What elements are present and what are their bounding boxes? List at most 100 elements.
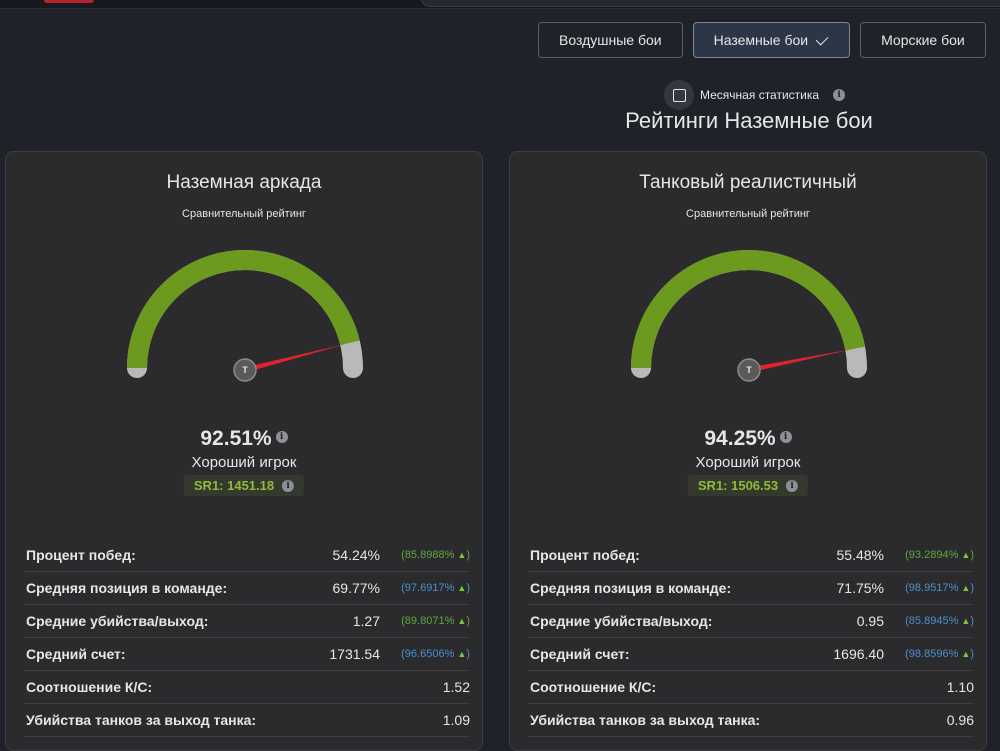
stat-label: Средний счет:: [26, 646, 126, 662]
stat-label: Средняя позиция в команде:: [530, 580, 732, 596]
stat-label: Процент побед:: [530, 547, 640, 563]
arrow-up-icon: ▲: [457, 550, 467, 560]
search-input[interactable]: [420, 0, 1000, 7]
arrow-up-icon: ▲: [457, 616, 467, 626]
rating-percent-value: 92.51%: [200, 427, 272, 450]
stat-value: 1696.40: [833, 646, 884, 662]
gauge-needle: [748, 349, 852, 373]
stat-value: 1.09: [442, 712, 470, 728]
stats-list: Процент побед: 54.24% (85.8988% ▲) Средняя …: [24, 539, 470, 737]
info-icon[interactable]: i: [275, 431, 288, 444]
player-level: Хороший игрок: [191, 454, 297, 471]
gauge-needle: [244, 343, 347, 373]
monthly-stats-toggle: Месячная статистика i: [664, 80, 846, 110]
stat-label: Убийства танков за выход танка:: [26, 712, 257, 728]
stat-row: Средний счет: 1696.40 (98.8596% ▲): [528, 638, 974, 671]
info-icon[interactable]: i: [779, 431, 792, 444]
gauge-track: [127, 250, 363, 378]
stat-row: Средняя позиция в команде: 69.77% (97.6917…: [24, 572, 470, 605]
card-title: Танковый реалистичный: [639, 172, 857, 193]
stats-list: Процент побед: 55.48% (93.2894% ▲) Средняя …: [528, 539, 974, 737]
info-icon[interactable]: i: [786, 479, 799, 492]
page-title: Рейтинги Наземные бои: [625, 108, 873, 133]
stat-row: Процент побед: 54.24% (85.8988% ▲): [24, 539, 470, 572]
stat-value: 69.77%: [332, 580, 380, 596]
air-battles-button[interactable]: Воздушные бои: [538, 22, 683, 58]
stat-percentile: (85.8945% ▲): [905, 615, 974, 627]
rating-percent: 92.51% i: [6, 427, 482, 451]
rating-percent: 94.25% i: [510, 427, 986, 451]
air-battles-label: Воздушные бои: [559, 32, 662, 48]
rating-gauge: T: [631, 250, 867, 382]
stat-label: Средние убийства/выход:: [530, 613, 713, 629]
gauge-hub-letter: T: [242, 365, 248, 375]
arrow-up-icon: ▲: [961, 616, 971, 626]
ground-battles-button[interactable]: Наземные бои: [692, 22, 851, 58]
stat-row: Средние убийства/выход: 1.27 (89.8071% ▲): [24, 605, 470, 638]
sr-badge: SR1: 1451.18 i: [183, 475, 305, 496]
stat-percentile: (89.8071% ▲): [401, 615, 470, 627]
stat-row: Убийства танков за выход танка: 0.96: [528, 704, 974, 737]
monthly-stats-checkbox[interactable]: [664, 80, 694, 110]
player-level: Хороший игрок: [695, 454, 801, 471]
monthly-stats-label: Месячная статистика: [700, 88, 820, 102]
info-icon[interactable]: i: [833, 89, 846, 101]
stat-value: 0.96: [946, 712, 974, 728]
stat-value: 1.10: [946, 679, 974, 695]
stat-percentile: (96.6506% ▲): [401, 648, 470, 660]
stat-label: Средняя позиция в команде:: [26, 580, 228, 596]
comparative-rating-label: Сравнительный рейтинг: [182, 208, 306, 220]
stat-label: Убийства танков за выход танка:: [530, 712, 761, 728]
ground-battles-label: Наземные бои: [713, 32, 809, 48]
stat-percentile: (93.2894% ▲): [905, 549, 974, 561]
rating-percent-value: 94.25%: [704, 427, 776, 450]
stat-value: 1.27: [352, 613, 380, 629]
checkbox-icon: [672, 88, 686, 102]
check-icon: [815, 32, 829, 45]
card-title: Наземная аркада: [166, 172, 322, 193]
stat-percentile: (85.8988% ▲): [401, 549, 470, 561]
stat-row: Соотношение К/С: 1.52: [24, 671, 470, 704]
stat-percentile: (98.9517% ▲): [905, 582, 974, 594]
stat-label: Средний счет:: [530, 646, 630, 662]
stat-row: Соотношение К/С: 1.10: [528, 671, 974, 704]
arrow-up-icon: ▲: [457, 583, 467, 593]
comparative-rating-label: Сравнительный рейтинг: [686, 208, 810, 220]
stat-label: Соотношение К/С:: [26, 679, 153, 695]
arrow-up-icon: ▲: [961, 649, 971, 659]
arrow-up-icon: ▲: [961, 550, 971, 560]
naval-battles-button[interactable]: Морские бои: [860, 22, 986, 58]
stat-value: 0.95: [856, 613, 884, 629]
stat-percentile: (97.6917% ▲): [401, 582, 470, 594]
arrow-up-icon: ▲: [961, 583, 971, 593]
stat-percentile: (98.8596% ▲): [905, 648, 974, 660]
top-bar: [0, 0, 1000, 9]
stat-value: 71.75%: [836, 580, 884, 596]
naval-battles-label: Морские бои: [881, 32, 965, 48]
mode-switch: Воздушные бои Наземные бои Морские бои: [538, 22, 986, 58]
site-logo[interactable]: [44, 0, 94, 3]
stat-label: Процент побед:: [26, 547, 136, 563]
sr-value: SR1: 1506.53: [697, 478, 779, 493]
stat-label: Соотношение К/С:: [530, 679, 657, 695]
stat-row: Средний счет: 1731.54 (96.6506% ▲): [24, 638, 470, 671]
stat-value: 55.48%: [836, 547, 884, 563]
stat-label: Средние убийства/выход:: [26, 613, 209, 629]
sr-badge: SR1: 1506.53 i: [687, 475, 809, 496]
stat-row: Средняя позиция в команде: 71.75% (98.9517…: [528, 572, 974, 605]
rating-gauge: T: [127, 250, 363, 382]
stat-row: Убийства танков за выход танка: 1.09: [24, 704, 470, 737]
gauge-hub-letter: T: [746, 365, 752, 375]
rating-card-ground-arcade: Наземная аркада Сравнительный рейтинг T …: [5, 151, 483, 751]
sr-value: SR1: 1451.18: [193, 478, 275, 493]
stat-value: 1731.54: [329, 646, 380, 662]
arrow-up-icon: ▲: [457, 649, 467, 659]
info-icon[interactable]: i: [282, 479, 295, 492]
gauge-fill: [631, 250, 866, 369]
gauge-track: [631, 250, 867, 378]
stat-row: Средние убийства/выход: 0.95 (85.8945% ▲): [528, 605, 974, 638]
stat-value: 54.24%: [332, 547, 380, 563]
stat-row: Процент побед: 55.48% (93.2894% ▲): [528, 539, 974, 572]
rating-card-tank-realistic: Танковый реалистичный Сравнительный рейт…: [509, 151, 987, 751]
stat-value: 1.52: [442, 679, 470, 695]
